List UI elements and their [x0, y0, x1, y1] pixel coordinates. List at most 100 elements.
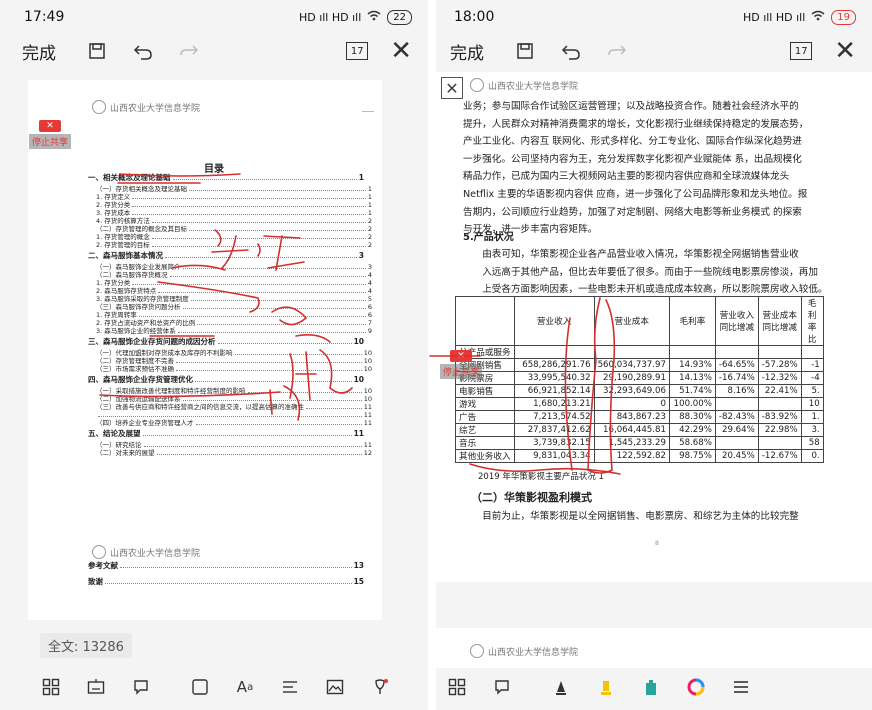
text-line: Netflix 主要的华语影视内容供 应商，进一步强化了公司品牌形象和龙头地位。…: [463, 188, 808, 200]
toc-page-number: 1: [358, 173, 364, 182]
toc-page-number: 15: [353, 577, 364, 586]
toc-leader: [172, 174, 357, 180]
toc-entry-title: （二）森马服饰存货概况: [96, 271, 168, 279]
toc-entry: 一、相关概念及理论基础 1: [88, 174, 364, 182]
toc-page-number: 10: [363, 357, 372, 365]
toc-entry: 4. 存货的核算方法 2: [96, 217, 372, 225]
toc-entry: （二）加强物流运输配送体系 10: [96, 395, 372, 403]
toc-entry-title: （四）培养企业专业存货管理人才: [96, 419, 194, 427]
toc-entry-title: 3. 森马服饰采取的存货管理制度: [96, 295, 189, 303]
redo-icon[interactable]: [178, 40, 200, 62]
section-heading: 5.产品状况: [463, 232, 514, 243]
stop-sharing-button[interactable]: ✕ 停止共享: [22, 120, 78, 149]
table-cell: 29.64%: [714, 423, 759, 437]
table-cell: 1,680,213.21: [513, 397, 595, 411]
close-icon[interactable]: ✕: [834, 38, 856, 64]
text-line: 提升，人民群众对精神消费需求的增长，文化影视行业继续保持稳定的发展态势，: [463, 118, 809, 130]
toc-entry: 1. 存货分类 4: [96, 279, 372, 287]
text-line: 精品力作，已成为国内三大视频网站主要的影视内容供应商和全球流媒体龙头: [463, 171, 790, 183]
frame-icon[interactable]: [189, 676, 211, 698]
save-icon[interactable]: [86, 40, 108, 62]
toc-page-number: 10: [363, 387, 372, 395]
toc-entry: （一）森马服饰企业发展简介 3: [96, 263, 372, 271]
status-time: 18:00: [454, 9, 495, 25]
image-icon[interactable]: [324, 676, 346, 698]
undo-icon[interactable]: [560, 40, 582, 62]
highlighter-icon[interactable]: [595, 676, 617, 698]
seal-icon: [92, 100, 106, 114]
toc-entry-title: （二）存货管理的概念及其目标: [96, 225, 187, 233]
menu-icon[interactable]: [730, 676, 752, 698]
pen-tool-icon[interactable]: [550, 676, 572, 698]
paragraph-icon[interactable]: [279, 676, 301, 698]
toc-entry: 二、森马服饰基本情况 3: [88, 252, 364, 260]
marker-icon[interactable]: [640, 676, 662, 698]
table-header-cell: 毛利率: [668, 296, 716, 346]
table-cell: 10: [800, 397, 824, 411]
table-cell: 0: [593, 397, 670, 411]
table-cell: 14.13%: [668, 371, 716, 385]
close-panel-button[interactable]: ✕: [441, 77, 463, 99]
table-cell: 5.: [800, 384, 824, 398]
close-icon[interactable]: ✕: [390, 38, 412, 64]
comment-icon[interactable]: [130, 676, 152, 698]
toc-page-number: 4: [367, 279, 372, 287]
toc-entry: （一）代理加盟制对存货成本及库存的不利影响 10: [96, 349, 372, 357]
table-cell: 7,213,574.52: [513, 410, 595, 424]
table-row: 游戏 1,680,213.21 0 100.00% 10: [455, 397, 824, 411]
table-cell: 其他业务收入: [455, 449, 515, 463]
stop-sharing-button[interactable]: ✕ 停止共享: [433, 350, 489, 379]
table-cell: -16.74%: [714, 371, 759, 385]
table-cell: [513, 345, 595, 359]
comment-icon[interactable]: [491, 676, 513, 698]
page-count-button[interactable]: 17: [790, 42, 813, 60]
table-cell: 3,739,832.15: [513, 436, 595, 450]
toc-entry: 1. 存货周转率 6: [96, 311, 372, 319]
table-row: 分产品或服务: [455, 345, 824, 359]
toc-page-number: 4: [367, 271, 372, 279]
toc-entry-title: 2. 存货占流动资产和总资产的比例: [96, 319, 196, 327]
table-cell: 843,867.23: [593, 410, 670, 424]
toc-entry: （三）改善与供应商和特许经营商之间的信息交流，以提高估算的准确性 11: [96, 403, 372, 411]
table-cell: 电影销售: [455, 384, 515, 398]
pen-icon[interactable]: [369, 676, 391, 698]
page-count-button[interactable]: 17: [346, 42, 369, 60]
toc-entry: 3. 存货成本 1: [96, 209, 372, 217]
font-icon[interactable]: Aa: [234, 676, 256, 698]
table-cell: -1: [800, 358, 824, 372]
save-icon[interactable]: [514, 40, 536, 62]
undo-icon[interactable]: [132, 40, 154, 62]
redo-icon[interactable]: [606, 40, 628, 62]
toc-entry-title: （三）改善与供应商和特许经营商之间的信息交流，以提高估算的准确性: [96, 403, 304, 411]
color-picker-icon[interactable]: [685, 676, 707, 698]
seal-icon: [470, 644, 484, 658]
done-button[interactable]: 完成: [22, 39, 56, 64]
toc-entry-title: 3. 存货成本: [96, 209, 131, 217]
toc-entry-title: （二）对未来的展望: [96, 449, 155, 457]
document-page-2: [28, 530, 382, 620]
table-cell: 22.41%: [757, 384, 802, 398]
table-cell: 42.29%: [668, 423, 716, 437]
table-cell: 广告: [455, 410, 515, 424]
grid-view-icon[interactable]: [446, 676, 468, 698]
toc-entry: 11: [96, 411, 372, 419]
toc-entry-title: （一）森马服饰企业发展简介: [96, 263, 181, 271]
done-button[interactable]: 完成: [450, 39, 484, 64]
editor-toolbar: 完成 17 ✕: [0, 34, 428, 68]
toc-entry: （四）培养企业专业存货管理人才 11: [96, 419, 372, 427]
table-cell: 100.00%: [668, 397, 716, 411]
table-cell: 9,831,043.34: [513, 449, 595, 463]
keyboard-icon[interactable]: [85, 676, 107, 698]
toc-entry: （二）存货管理制度不完善 10: [96, 357, 372, 365]
wifi-icon: [811, 10, 825, 24]
toc-entry: 四、森马服饰企业存货管理优化 10: [88, 376, 364, 384]
table-cell: 560,034,737.97: [593, 358, 670, 372]
signal-icon: HD ıll HD ıll: [298, 10, 362, 24]
table-cell: [714, 436, 759, 450]
toc-entry-title: 1. 存货周转率: [96, 311, 137, 319]
toc-entry-title: 一、相关概念及理论基础: [88, 173, 171, 182]
toc-leader: [189, 185, 366, 191]
grid-view-icon[interactable]: [40, 676, 62, 698]
toc-leader: [165, 252, 357, 258]
table-cell: -12.67%: [757, 449, 802, 463]
